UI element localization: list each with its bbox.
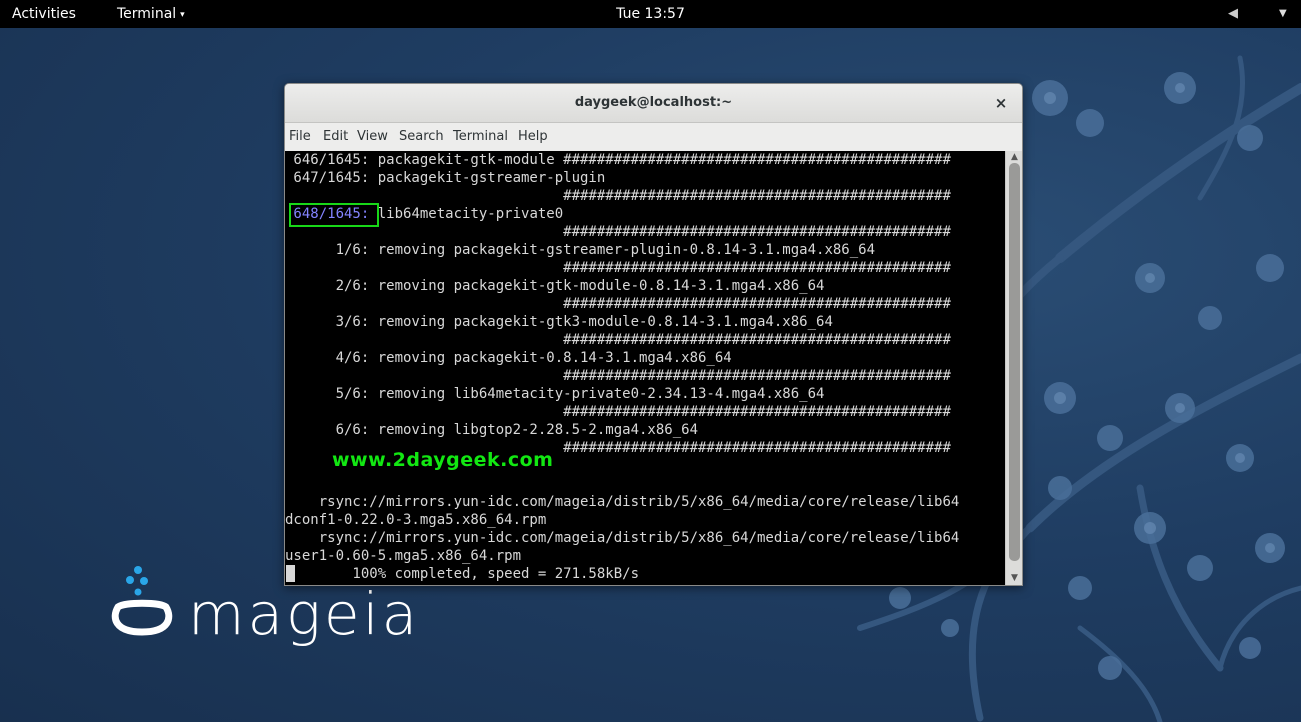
app-menu-label: Terminal: [117, 6, 177, 22]
terminal-line: ########################################…: [285, 332, 951, 348]
volume-icon[interactable]: ◀: [1228, 0, 1238, 28]
activities-button[interactable]: Activities: [12, 0, 76, 28]
menu-terminal[interactable]: Terminal: [453, 123, 508, 151]
terminal-line: rsync://mirrors.yun-idc.com/mageia/distr…: [285, 530, 960, 546]
scroll-up-icon[interactable]: ▲: [1006, 151, 1022, 163]
terminal-line: 4/6: removing packagekit-0.8.14-3.1.mga4…: [285, 350, 732, 366]
terminal-line: 6/6: removing libgtop2-2.28.5-2.mga4.x86…: [285, 422, 699, 438]
scrollbar-thumb[interactable]: [1009, 163, 1020, 561]
terminal-line: rsync://mirrors.yun-idc.com/mageia/distr…: [285, 494, 960, 510]
terminal-line: ########################################…: [285, 296, 951, 312]
terminal-line: 3/6: removing packagekit-gtk3-module-0.8…: [285, 314, 833, 330]
terminal-line: ########################################…: [285, 224, 951, 240]
terminal-line: ########################################…: [285, 188, 951, 204]
terminal-line: ########################################…: [285, 404, 951, 420]
close-button[interactable]: ×: [991, 93, 1011, 113]
terminal-cursor: [286, 565, 295, 582]
window-titlebar[interactable]: daygeek@localhost:~ ×: [285, 84, 1022, 123]
menu-edit[interactable]: Edit: [323, 123, 348, 151]
terminal-line: dconf1-0.22.0-3.mga5.x86_64.rpm: [285, 512, 547, 528]
menu-file[interactable]: File: [289, 123, 311, 151]
terminal-line: ########################################…: [285, 260, 951, 276]
menu-view[interactable]: View: [357, 123, 388, 151]
top-bar: Activities Terminal ▾ Tue 13:57 ◀ ▼: [0, 0, 1301, 28]
watermark-text: www.2daygeek.com: [332, 449, 554, 471]
app-menu-terminal[interactable]: Terminal ▾: [117, 0, 185, 29]
terminal-line: 2/6: removing packagekit-gtk-module-0.8.…: [285, 278, 825, 294]
scrollbar[interactable]: ▲ ▼: [1005, 151, 1022, 585]
terminal-line: ########################################…: [285, 368, 951, 384]
terminal-line: 1/6: removing packagekit-gstreamer-plugi…: [285, 242, 876, 258]
window-title: daygeek@localhost:~: [574, 95, 733, 110]
terminal-output[interactable]: 646/1645: packagekit-gtk-module ########…: [285, 151, 1005, 585]
highlight-box: [289, 203, 379, 227]
terminal-line: user1-0.60-5.mga5.x86_64.rpm: [285, 548, 522, 564]
clock[interactable]: Tue 13:57: [616, 6, 685, 22]
power-menu-icon[interactable]: ▼: [1279, 0, 1287, 28]
menu-bar: File Edit View Search Terminal Help: [285, 123, 1022, 151]
terminal-line: 647/1645: packagekit-gstreamer-plugin: [285, 170, 606, 186]
scroll-down-icon[interactable]: ▼: [1006, 572, 1022, 584]
menu-help[interactable]: Help: [518, 123, 548, 151]
menu-search[interactable]: Search: [399, 123, 444, 151]
terminal-window[interactable]: daygeek@localhost:~ × File Edit View Sea…: [284, 83, 1023, 586]
chevron-down-icon: ▾: [180, 10, 185, 20]
mageia-logo-text: mageia: [188, 580, 421, 648]
terminal-line: 100% completed, speed = 271.58kB/s: [285, 566, 640, 582]
terminal-line: 646/1645: packagekit-gtk-module ########…: [285, 152, 951, 168]
terminal-line: 5/6: removing lib64metacity-private0-2.3…: [285, 386, 825, 402]
